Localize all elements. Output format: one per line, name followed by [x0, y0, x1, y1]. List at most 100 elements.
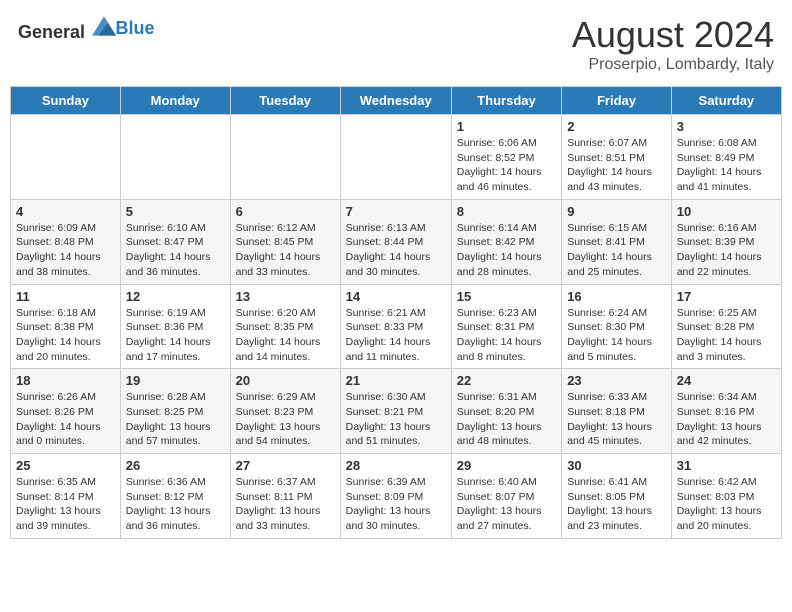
calendar-cell: [230, 115, 340, 200]
day-number: 5: [126, 204, 225, 219]
calendar-cell: 3 Sunrise: 6:08 AM Sunset: 8:49 PM Daylig…: [671, 115, 781, 200]
calendar-body: 1Sunrise: 6:06 AM Sunset: 8:52 PM Daylig…: [11, 115, 782, 539]
day-info: Sunrise: 6:26 AM Sunset: 8:26 PM Dayligh…: [16, 390, 115, 449]
day-number: 15: [457, 289, 556, 304]
day-info: Sunrise: 6:39 AM Sunset: 8:09 PM Dayligh…: [346, 475, 446, 534]
day-number: 28: [346, 458, 446, 473]
day-number: 25: [16, 458, 115, 473]
day-info: Sunrise: 6:20 AM Sunset: 8:35 PM Dayligh…: [236, 306, 335, 365]
day-number: 12: [126, 289, 225, 304]
day-info: Sunrise: 6:16 AM Sunset: 8:39 PM Dayligh…: [677, 221, 776, 280]
calendar-cell: 25 Sunrise: 6:35 AM Sunset: 8:14 PM Dayli…: [11, 454, 121, 539]
calendar-cell: 2Sunrise: 6:07 AM Sunset: 8:51 PM Daylig…: [562, 115, 672, 200]
day-info: Sunrise: 6:21 AM Sunset: 8:33 PM Dayligh…: [346, 306, 446, 365]
day-number: 11: [16, 289, 115, 304]
day-number: 19: [126, 373, 225, 388]
day-number: 3: [677, 119, 776, 134]
day-info: Sunrise: 6:29 AM Sunset: 8:23 PM Dayligh…: [236, 390, 335, 449]
week-row-5: 25 Sunrise: 6:35 AM Sunset: 8:14 PM Dayli…: [11, 454, 782, 539]
day-info: Sunrise: 6:30 AM Sunset: 8:21 PM Dayligh…: [346, 390, 446, 449]
calendar-cell: [11, 115, 121, 200]
title-area: August 2024 Proserpio, Lombardy, Italy: [572, 14, 774, 74]
page-header: General Blue August 2024 Proserpio, Lomb…: [10, 10, 782, 78]
logo-icon: [92, 14, 116, 38]
calendar-cell: 4 Sunrise: 6:09 AM Sunset: 8:48 PM Daylig…: [11, 199, 121, 284]
day-info: Sunrise: 6:09 AM Sunset: 8:48 PM Dayligh…: [16, 221, 115, 280]
calendar-cell: 6 Sunrise: 6:12 AM Sunset: 8:45 PM Daylig…: [230, 199, 340, 284]
calendar-cell: 19 Sunrise: 6:28 AM Sunset: 8:25 PM Dayli…: [120, 369, 230, 454]
day-number: 14: [346, 289, 446, 304]
day-number: 23: [567, 373, 666, 388]
month-title: August 2024: [572, 14, 774, 56]
weekday-friday: Friday: [562, 87, 672, 115]
calendar-cell: 26 Sunrise: 6:36 AM Sunset: 8:12 PM Dayli…: [120, 454, 230, 539]
weekday-saturday: Saturday: [671, 87, 781, 115]
day-number: 22: [457, 373, 556, 388]
weekday-wednesday: Wednesday: [340, 87, 451, 115]
day-number: 17: [677, 289, 776, 304]
day-info: Sunrise: 6:35 AM Sunset: 8:14 PM Dayligh…: [16, 475, 115, 534]
logo-blue: Blue: [116, 18, 155, 38]
week-row-4: 18 Sunrise: 6:26 AM Sunset: 8:26 PM Dayli…: [11, 369, 782, 454]
calendar-cell: 14 Sunrise: 6:21 AM Sunset: 8:33 PM Dayli…: [340, 284, 451, 369]
calendar-cell: 22 Sunrise: 6:31 AM Sunset: 8:20 PM Dayli…: [451, 369, 561, 454]
calendar-cell: 8Sunrise: 6:14 AM Sunset: 8:42 PM Daylig…: [451, 199, 561, 284]
day-info: Sunrise: 6:31 AM Sunset: 8:20 PM Dayligh…: [457, 390, 556, 449]
day-number: 7: [346, 204, 446, 219]
calendar-cell: [340, 115, 451, 200]
day-number: 18: [16, 373, 115, 388]
calendar-cell: 11 Sunrise: 6:18 AM Sunset: 8:38 PM Dayli…: [11, 284, 121, 369]
day-number: 6: [236, 204, 335, 219]
day-number: 29: [457, 458, 556, 473]
day-info: Sunrise: 6:18 AM Sunset: 8:38 PM Dayligh…: [16, 306, 115, 365]
day-number: 13: [236, 289, 335, 304]
weekday-thursday: Thursday: [451, 87, 561, 115]
day-number: 26: [126, 458, 225, 473]
logo: General Blue: [18, 14, 155, 43]
day-info: Sunrise: 6:37 AM Sunset: 8:11 PM Dayligh…: [236, 475, 335, 534]
weekday-header-row: SundayMondayTuesdayWednesdayThursdayFrid…: [11, 87, 782, 115]
calendar-cell: 13 Sunrise: 6:20 AM Sunset: 8:35 PM Dayli…: [230, 284, 340, 369]
day-info: Sunrise: 6:06 AM Sunset: 8:52 PM Dayligh…: [457, 136, 556, 195]
calendar-cell: 17 Sunrise: 6:25 AM Sunset: 8:28 PM Dayli…: [671, 284, 781, 369]
week-row-3: 11 Sunrise: 6:18 AM Sunset: 8:38 PM Dayli…: [11, 284, 782, 369]
day-info: Sunrise: 6:08 AM Sunset: 8:49 PM Dayligh…: [677, 136, 776, 195]
day-info: Sunrise: 6:28 AM Sunset: 8:25 PM Dayligh…: [126, 390, 225, 449]
weekday-sunday: Sunday: [11, 87, 121, 115]
calendar-cell: 30Sunrise: 6:41 AM Sunset: 8:05 PM Dayli…: [562, 454, 672, 539]
day-info: Sunrise: 6:36 AM Sunset: 8:12 PM Dayligh…: [126, 475, 225, 534]
calendar-cell: 20 Sunrise: 6:29 AM Sunset: 8:23 PM Dayli…: [230, 369, 340, 454]
day-number: 20: [236, 373, 335, 388]
day-number: 21: [346, 373, 446, 388]
day-info: Sunrise: 6:23 AM Sunset: 8:31 PM Dayligh…: [457, 306, 556, 365]
day-info: Sunrise: 6:07 AM Sunset: 8:51 PM Dayligh…: [567, 136, 666, 195]
day-info: Sunrise: 6:12 AM Sunset: 8:45 PM Dayligh…: [236, 221, 335, 280]
calendar-cell: 18 Sunrise: 6:26 AM Sunset: 8:26 PM Dayli…: [11, 369, 121, 454]
day-number: 27: [236, 458, 335, 473]
day-info: Sunrise: 6:14 AM Sunset: 8:42 PM Dayligh…: [457, 221, 556, 280]
week-row-2: 4 Sunrise: 6:09 AM Sunset: 8:48 PM Daylig…: [11, 199, 782, 284]
calendar-cell: 24 Sunrise: 6:34 AM Sunset: 8:16 PM Dayli…: [671, 369, 781, 454]
day-info: Sunrise: 6:34 AM Sunset: 8:16 PM Dayligh…: [677, 390, 776, 449]
calendar-cell: 29Sunrise: 6:40 AM Sunset: 8:07 PM Dayli…: [451, 454, 561, 539]
calendar-cell: 16Sunrise: 6:24 AM Sunset: 8:30 PM Dayli…: [562, 284, 672, 369]
day-number: 24: [677, 373, 776, 388]
calendar-cell: 21 Sunrise: 6:30 AM Sunset: 8:21 PM Dayli…: [340, 369, 451, 454]
calendar-cell: 31Sunrise: 6:42 AM Sunset: 8:03 PM Dayli…: [671, 454, 781, 539]
weekday-tuesday: Tuesday: [230, 87, 340, 115]
calendar-table: SundayMondayTuesdayWednesdayThursdayFrid…: [10, 86, 782, 539]
day-number: 4: [16, 204, 115, 219]
day-info: Sunrise: 6:10 AM Sunset: 8:47 PM Dayligh…: [126, 221, 225, 280]
calendar-cell: 5 Sunrise: 6:10 AM Sunset: 8:47 PM Daylig…: [120, 199, 230, 284]
calendar-cell: 10Sunrise: 6:16 AM Sunset: 8:39 PM Dayli…: [671, 199, 781, 284]
day-info: Sunrise: 6:41 AM Sunset: 8:05 PM Dayligh…: [567, 475, 666, 534]
day-info: Sunrise: 6:25 AM Sunset: 8:28 PM Dayligh…: [677, 306, 776, 365]
day-info: Sunrise: 6:13 AM Sunset: 8:44 PM Dayligh…: [346, 221, 446, 280]
day-number: 16: [567, 289, 666, 304]
calendar-cell: 27 Sunrise: 6:37 AM Sunset: 8:11 PM Dayli…: [230, 454, 340, 539]
calendar-cell: 1Sunrise: 6:06 AM Sunset: 8:52 PM Daylig…: [451, 115, 561, 200]
weekday-monday: Monday: [120, 87, 230, 115]
week-row-1: 1Sunrise: 6:06 AM Sunset: 8:52 PM Daylig…: [11, 115, 782, 200]
calendar-cell: [120, 115, 230, 200]
day-info: Sunrise: 6:42 AM Sunset: 8:03 PM Dayligh…: [677, 475, 776, 534]
